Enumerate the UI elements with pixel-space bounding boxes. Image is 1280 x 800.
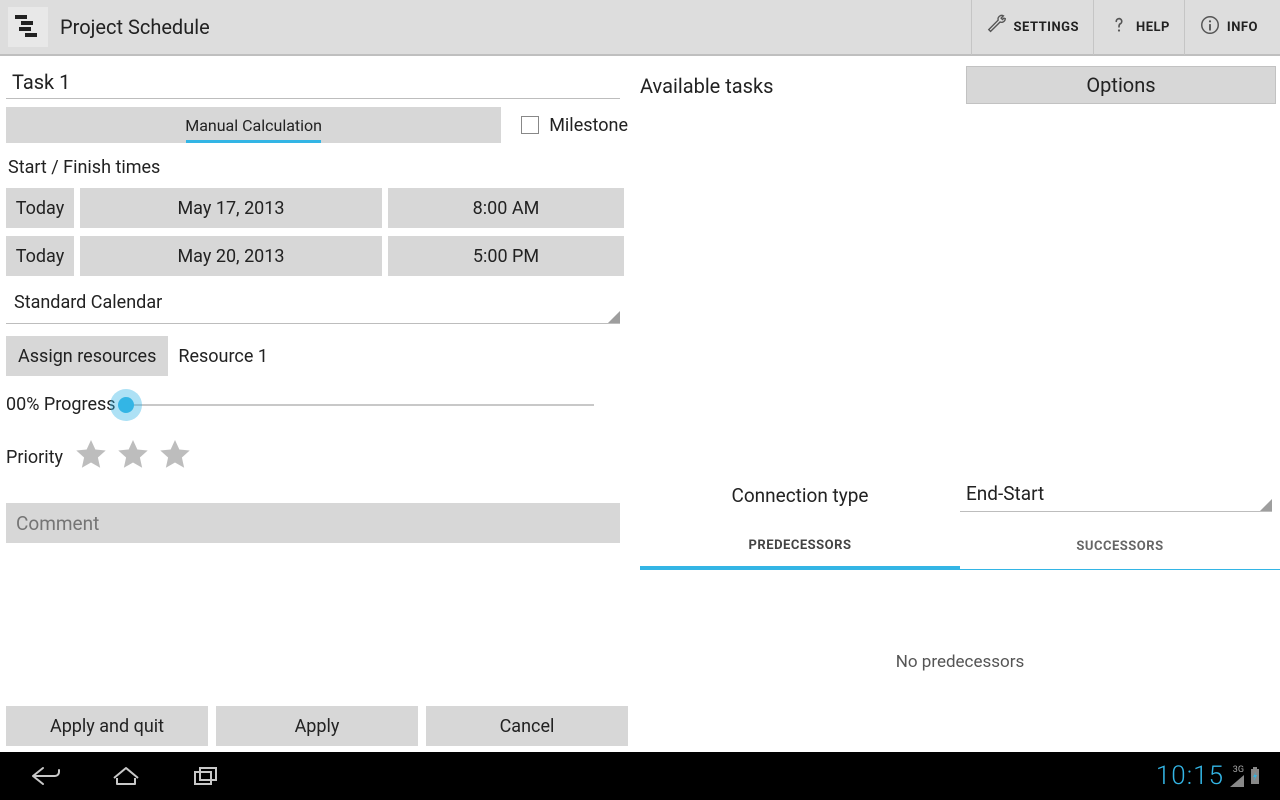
question-icon [1108, 14, 1130, 40]
status-clock: 10:15 [1156, 761, 1224, 791]
empty-predecessors-text: No predecessors [640, 652, 1280, 672]
home-button[interactable] [100, 760, 152, 792]
wrench-icon [986, 14, 1008, 40]
manual-calculation-button[interactable]: Manual Calculation [6, 107, 501, 143]
apply-and-quit-button[interactable]: Apply and quit [6, 706, 208, 746]
priority-label: Priority [6, 447, 63, 468]
task-editor-pane: Manual Calculation Milestone Start / Fin… [0, 56, 632, 752]
task-name-input[interactable] [6, 64, 620, 99]
priority-star-1[interactable] [73, 437, 109, 477]
signal-3g-icon: 3G [1230, 766, 1244, 787]
info-label: INFO [1227, 20, 1258, 35]
connection-type-spinner[interactable]: End-Start [960, 478, 1272, 512]
dropdown-caret-icon [608, 311, 620, 323]
settings-label: SETTINGS [1014, 20, 1080, 35]
finish-date-button[interactable]: May 20, 2013 [80, 236, 382, 276]
apply-button[interactable]: Apply [216, 706, 418, 746]
manual-calculation-label: Manual Calculation [185, 116, 322, 135]
available-tasks-label: Available tasks [640, 66, 956, 98]
progress-label: 00% Progress [6, 394, 116, 415]
progress-slider[interactable] [126, 404, 594, 406]
help-button[interactable]: HELP [1093, 0, 1184, 55]
tab-predecessors[interactable]: PREDECESSORS [640, 524, 960, 570]
back-button[interactable] [20, 760, 72, 792]
cancel-button[interactable]: Cancel [426, 706, 628, 746]
dropdown-caret-icon [1260, 499, 1272, 511]
start-today-button[interactable]: Today [6, 188, 74, 228]
app-title: Project Schedule [60, 15, 210, 39]
comment-input[interactable] [6, 503, 620, 543]
assigned-resource: Resource 1 [178, 346, 268, 367]
help-label: HELP [1136, 20, 1170, 35]
tab-successors[interactable]: SUCCESSORS [960, 524, 1280, 570]
start-finish-label: Start / Finish times [6, 157, 628, 178]
battery-charging-icon [1250, 767, 1260, 785]
info-button[interactable]: INFO [1184, 0, 1272, 55]
calendar-value: Standard Calendar [14, 292, 162, 313]
connection-type-label: Connection type [640, 484, 960, 507]
calendar-spinner[interactable]: Standard Calendar [6, 288, 620, 324]
finish-today-button[interactable]: Today [6, 236, 74, 276]
app-logo-icon [8, 7, 48, 47]
dependencies-pane: Available tasks Options Connection type … [632, 56, 1280, 752]
start-time-button[interactable]: 8:00 AM [388, 188, 624, 228]
options-button[interactable]: Options [966, 66, 1276, 104]
finish-time-button[interactable]: 5:00 PM [388, 236, 624, 276]
assign-resources-button[interactable]: Assign resources [6, 336, 168, 376]
slider-thumb-icon [118, 397, 134, 413]
priority-star-2[interactable] [115, 437, 151, 477]
priority-star-3[interactable] [157, 437, 193, 477]
milestone-label: Milestone [549, 115, 628, 136]
start-date-button[interactable]: May 17, 2013 [80, 188, 382, 228]
system-nav-bar: 10:15 3G [0, 752, 1280, 800]
settings-button[interactable]: SETTINGS [971, 0, 1094, 55]
recents-button[interactable] [180, 760, 232, 792]
info-icon [1199, 14, 1221, 40]
milestone-checkbox[interactable] [521, 116, 539, 134]
action-bar: Project Schedule SETTINGS HELP INFO [0, 0, 1280, 56]
connection-type-value: End-Start [966, 482, 1044, 505]
